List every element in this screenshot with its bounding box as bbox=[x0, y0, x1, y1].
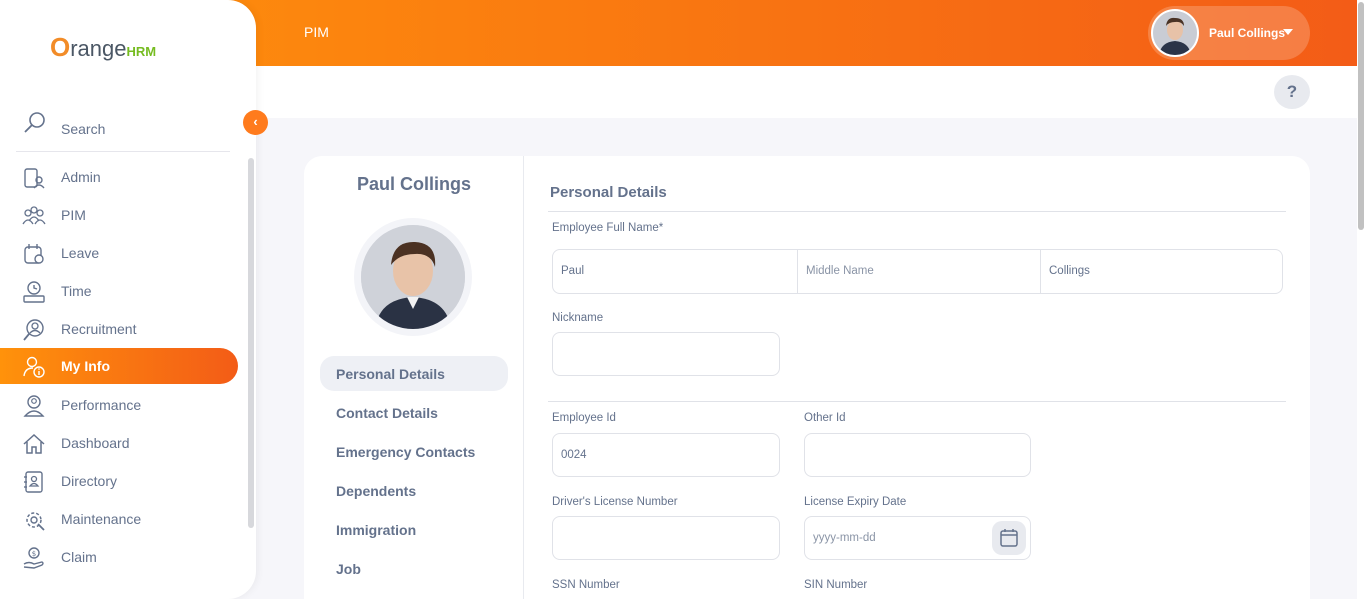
user-avatar bbox=[1151, 9, 1199, 57]
tab-label: Contact Details bbox=[336, 405, 438, 421]
other-id-input[interactable] bbox=[804, 433, 1031, 477]
page-title: PIM bbox=[304, 24, 329, 40]
sidebar-item-label: Admin bbox=[61, 169, 101, 185]
sidebar-item-maintenance[interactable]: Maintenance bbox=[0, 501, 238, 537]
sidebar-item-recruitment[interactable]: Recruitment bbox=[0, 311, 238, 347]
svg-text:$: $ bbox=[32, 550, 36, 558]
sidebar-item-label: PIM bbox=[61, 207, 86, 223]
orangehrm-logo[interactable]: OrangeHRM bbox=[50, 32, 156, 63]
first-name-value: Paul bbox=[561, 265, 585, 277]
search-label: Search bbox=[61, 121, 106, 137]
tab-label: Personal Details bbox=[336, 366, 445, 382]
sidebar-item-label: Recruitment bbox=[61, 321, 137, 337]
directory-icon bbox=[24, 471, 43, 493]
tab-job[interactable]: Job bbox=[320, 551, 508, 586]
full-name-field: Paul Middle Name Collings bbox=[552, 249, 1283, 294]
tab-label: Job bbox=[336, 561, 361, 577]
sidebar-item-label: Directory bbox=[61, 473, 118, 489]
tab-label: Emergency Contacts bbox=[336, 444, 476, 460]
license-expiry-placeholder: yyyy-mm-dd bbox=[813, 532, 876, 544]
help-button[interactable]: ? bbox=[1274, 75, 1310, 109]
nickname-label: Nickname bbox=[552, 312, 604, 324]
tab-contact-details[interactable]: Contact Details bbox=[320, 395, 508, 430]
sidebar-item-my-info[interactable]: My Info bbox=[0, 348, 238, 384]
sidebar-item-label: My Info bbox=[61, 358, 110, 374]
leave-icon bbox=[24, 244, 44, 264]
sidebar-item-label: Leave bbox=[61, 245, 100, 261]
sidebar-item-time[interactable]: Time bbox=[0, 273, 238, 309]
sidebar: OrangeHRM Search Admin PIM Leave Time Re… bbox=[0, 0, 256, 599]
sidebar-item-pim[interactable]: PIM bbox=[0, 197, 238, 233]
license-input[interactable] bbox=[552, 516, 780, 560]
sidebar-item-label: Maintenance bbox=[61, 511, 142, 527]
license-label: Driver's License Number bbox=[552, 496, 678, 508]
calendar-button[interactable] bbox=[992, 521, 1026, 555]
profile-panel: Paul Collings Personal Details Contact D… bbox=[304, 156, 524, 599]
page-scrollbar[interactable] bbox=[1357, 0, 1366, 599]
performance-icon bbox=[23, 395, 45, 417]
full-name-label: Employee Full Name* bbox=[552, 222, 664, 234]
time-icon bbox=[23, 281, 45, 303]
sidebar-item-claim[interactable]: $ Claim bbox=[0, 539, 238, 575]
profile-photo[interactable] bbox=[361, 225, 465, 329]
user-dropdown[interactable]: Paul Collings bbox=[1148, 6, 1310, 60]
calendar-icon bbox=[1000, 529, 1018, 547]
middle-name-placeholder: Middle Name bbox=[806, 265, 874, 277]
tab-dependents[interactable]: Dependents bbox=[320, 473, 508, 508]
tab-label: Dependents bbox=[336, 483, 417, 499]
logo-range: range bbox=[70, 36, 127, 61]
sidebar-item-performance[interactable]: Performance bbox=[0, 387, 238, 423]
admin-icon bbox=[24, 168, 45, 189]
divider bbox=[548, 211, 1286, 212]
sidebar-item-directory[interactable]: Directory bbox=[0, 463, 238, 499]
sidebar-item-leave[interactable]: Leave bbox=[0, 235, 238, 271]
sidebar-item-label: Claim bbox=[61, 549, 97, 565]
claim-icon: $ bbox=[23, 547, 44, 569]
tab-immigration[interactable]: Immigration bbox=[320, 512, 508, 547]
license-expiry-label: License Expiry Date bbox=[804, 496, 907, 508]
logo-hrm: HRM bbox=[126, 44, 157, 59]
other-id-label: Other Id bbox=[804, 412, 846, 424]
nickname-input[interactable] bbox=[552, 332, 780, 376]
pim-icon bbox=[22, 206, 46, 225]
divider bbox=[548, 401, 1286, 402]
middle-name-input[interactable]: Middle Name bbox=[797, 250, 1040, 293]
chevron-down-icon bbox=[1283, 29, 1293, 35]
sidebar-item-admin[interactable]: Admin bbox=[0, 159, 238, 195]
sin-label: SIN Number bbox=[804, 579, 868, 591]
ssn-label: SSN Number bbox=[552, 579, 620, 591]
maintenance-icon bbox=[26, 512, 45, 531]
license-expiry-input[interactable]: yyyy-mm-dd bbox=[804, 516, 1031, 560]
recruitment-icon bbox=[23, 319, 44, 341]
employee-card: Paul Collings Personal Details Contact D… bbox=[304, 156, 1310, 599]
section-title: Personal Details bbox=[550, 184, 667, 201]
sidebar-item-label: Time bbox=[61, 283, 92, 299]
personal-details-form: Personal Details Employee Full Name* Pau… bbox=[548, 156, 1286, 599]
sidebar-scrollbar[interactable] bbox=[248, 158, 254, 528]
profile-photo-frame[interactable] bbox=[354, 218, 472, 336]
sidebar-item-label: Performance bbox=[61, 397, 142, 413]
sidebar-item-label: Dashboard bbox=[61, 435, 130, 451]
last-name-input[interactable]: Collings bbox=[1040, 250, 1282, 293]
tab-label: Immigration bbox=[336, 522, 417, 538]
search-icon bbox=[24, 112, 45, 133]
sidebar-item-dashboard[interactable]: Dashboard bbox=[0, 425, 238, 461]
sidebar-search[interactable]: Search bbox=[16, 106, 230, 152]
employee-id-input[interactable]: 0024 bbox=[552, 433, 780, 477]
user-name: Paul Collings bbox=[1209, 26, 1286, 40]
employee-name: Paul Collings bbox=[356, 174, 471, 194]
sub-header bbox=[256, 66, 1357, 118]
sidebar-collapse-button[interactable]: ‹ bbox=[243, 110, 268, 135]
logo-o: O bbox=[50, 32, 71, 62]
first-name-input[interactable]: Paul bbox=[553, 250, 797, 293]
tab-emergency-contacts[interactable]: Emergency Contacts bbox=[320, 434, 508, 469]
employee-id-label: Employee Id bbox=[552, 412, 616, 424]
last-name-value: Collings bbox=[1049, 265, 1090, 277]
dashboard-icon bbox=[23, 433, 45, 454]
tab-personal-details[interactable]: Personal Details bbox=[320, 356, 508, 391]
myinfo-icon bbox=[23, 356, 45, 378]
employee-id-value: 0024 bbox=[561, 449, 587, 461]
scrollbar-thumb[interactable] bbox=[1358, 2, 1364, 230]
